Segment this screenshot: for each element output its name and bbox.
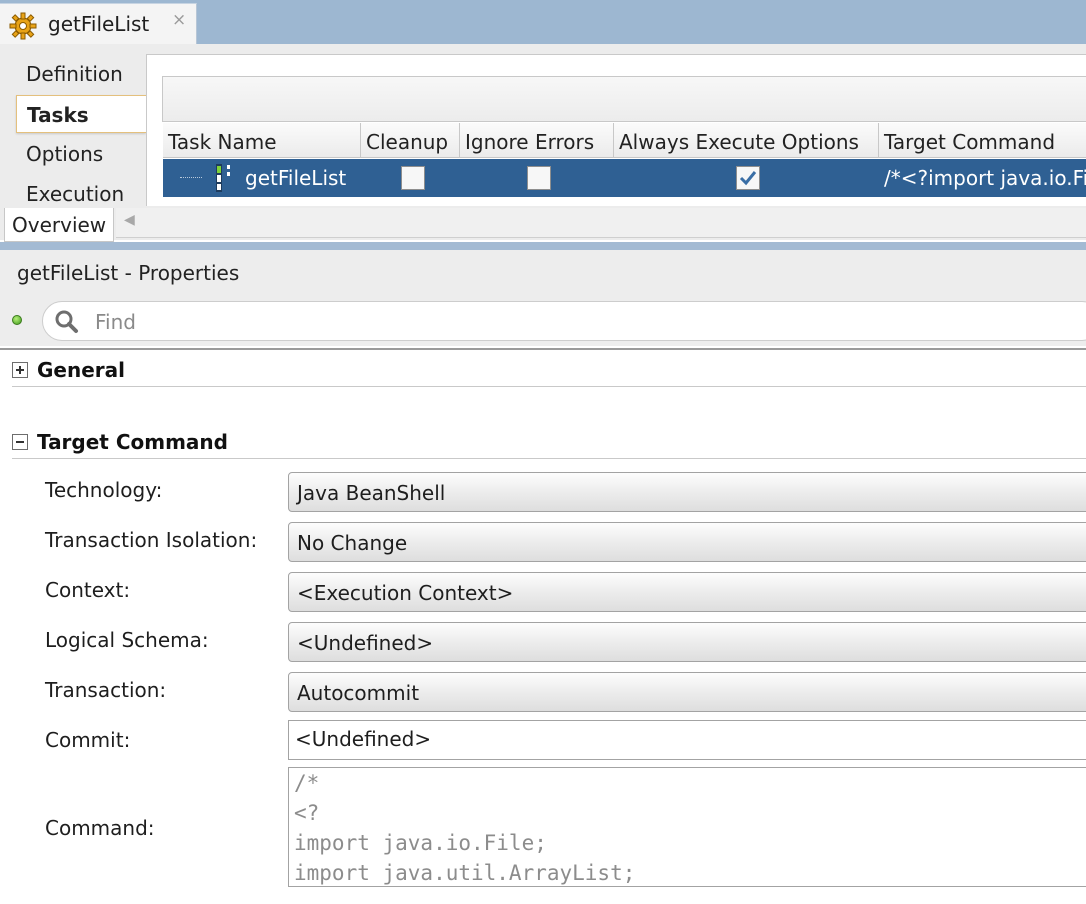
command-label: Command: — [45, 816, 155, 840]
target-command-cell: /*<?import java.io.File; — [884, 166, 1086, 190]
task-name-cell: getFileList — [245, 166, 347, 190]
tab-definition[interactable]: Definition — [16, 55, 146, 93]
editor-tab-getfilelist[interactable]: getFileList × — [0, 3, 197, 44]
tasks-toolbar — [162, 76, 1086, 122]
checkmark-icon — [739, 171, 757, 186]
expand-plus-icon[interactable] — [12, 362, 28, 378]
column-header-cleanup[interactable]: Cleanup — [361, 123, 460, 158]
logical-schema-label: Logical Schema: — [45, 628, 209, 652]
ignore-errors-checkbox[interactable] — [527, 166, 551, 190]
collapse-minus-icon[interactable] — [12, 434, 28, 450]
technology-label: Technology: — [45, 478, 163, 502]
properties-search-bar — [0, 298, 1086, 346]
procedure-gear-icon — [9, 12, 37, 40]
code-line: import java.io.File; — [294, 831, 547, 855]
command-editor[interactable]: /* <? import java.io.File; import java.u… — [288, 767, 1086, 887]
section-target-command-title: Target Command — [37, 430, 228, 454]
tree-connector — [180, 177, 202, 178]
section-target-command[interactable]: Target Command — [12, 425, 1086, 459]
code-line: <? — [294, 801, 320, 825]
horizontal-scrollbar[interactable]: ◀ — [116, 208, 1086, 238]
transaction-label: Transaction: — [45, 678, 167, 702]
code-line: import java.util.ArrayList; — [294, 861, 636, 885]
properties-title: getFileList - Properties — [17, 261, 240, 285]
cleanup-checkbox[interactable] — [401, 166, 425, 190]
close-icon[interactable]: × — [172, 10, 186, 30]
search-input[interactable] — [93, 308, 997, 336]
tasks-table-header: Task Name Cleanup Ignore Errors Always E… — [163, 123, 1086, 158]
task-icon — [216, 164, 230, 192]
commit-field[interactable]: <Undefined> — [288, 720, 1086, 760]
always-execute-checkbox[interactable] — [736, 166, 760, 190]
tab-overview[interactable]: Overview — [4, 208, 114, 242]
logical-schema-dropdown[interactable]: <Undefined> — [288, 622, 1086, 662]
scroll-left-icon[interactable]: ◀ — [124, 212, 135, 228]
transaction-isolation-label: Transaction Isolation: — [45, 528, 258, 552]
context-dropdown[interactable]: <Execution Context> — [288, 572, 1086, 612]
technology-dropdown[interactable]: Java BeanShell — [288, 472, 1086, 512]
column-header-ignore-errors[interactable]: Ignore Errors — [460, 123, 614, 158]
transaction-dropdown[interactable]: Autocommit — [288, 672, 1086, 712]
column-header-task-name[interactable]: Task Name — [163, 123, 361, 158]
properties-title-bar: getFileList - Properties — [0, 250, 1086, 298]
tab-options[interactable]: Options — [16, 135, 146, 173]
commit-label: Commit: — [45, 728, 131, 752]
code-line: /* — [294, 771, 320, 795]
search-field[interactable] — [42, 301, 1086, 341]
section-general-title: General — [37, 358, 125, 382]
editor-tab-title: getFileList — [48, 12, 150, 36]
table-row[interactable]: getFileList /*<?import java.io.File; — [163, 159, 1086, 197]
search-icon — [55, 310, 78, 333]
transaction-isolation-dropdown[interactable]: No Change — [288, 522, 1086, 562]
section-general[interactable]: General — [12, 353, 1086, 387]
column-header-target-command[interactable]: Target Command — [879, 123, 1086, 158]
status-dot-icon — [12, 315, 22, 325]
tab-tasks[interactable]: Tasks — [16, 95, 146, 133]
column-header-always-execute-options[interactable]: Always Execute Options — [614, 123, 879, 158]
context-label: Context: — [45, 578, 131, 602]
pane-divider[interactable] — [0, 242, 1086, 250]
